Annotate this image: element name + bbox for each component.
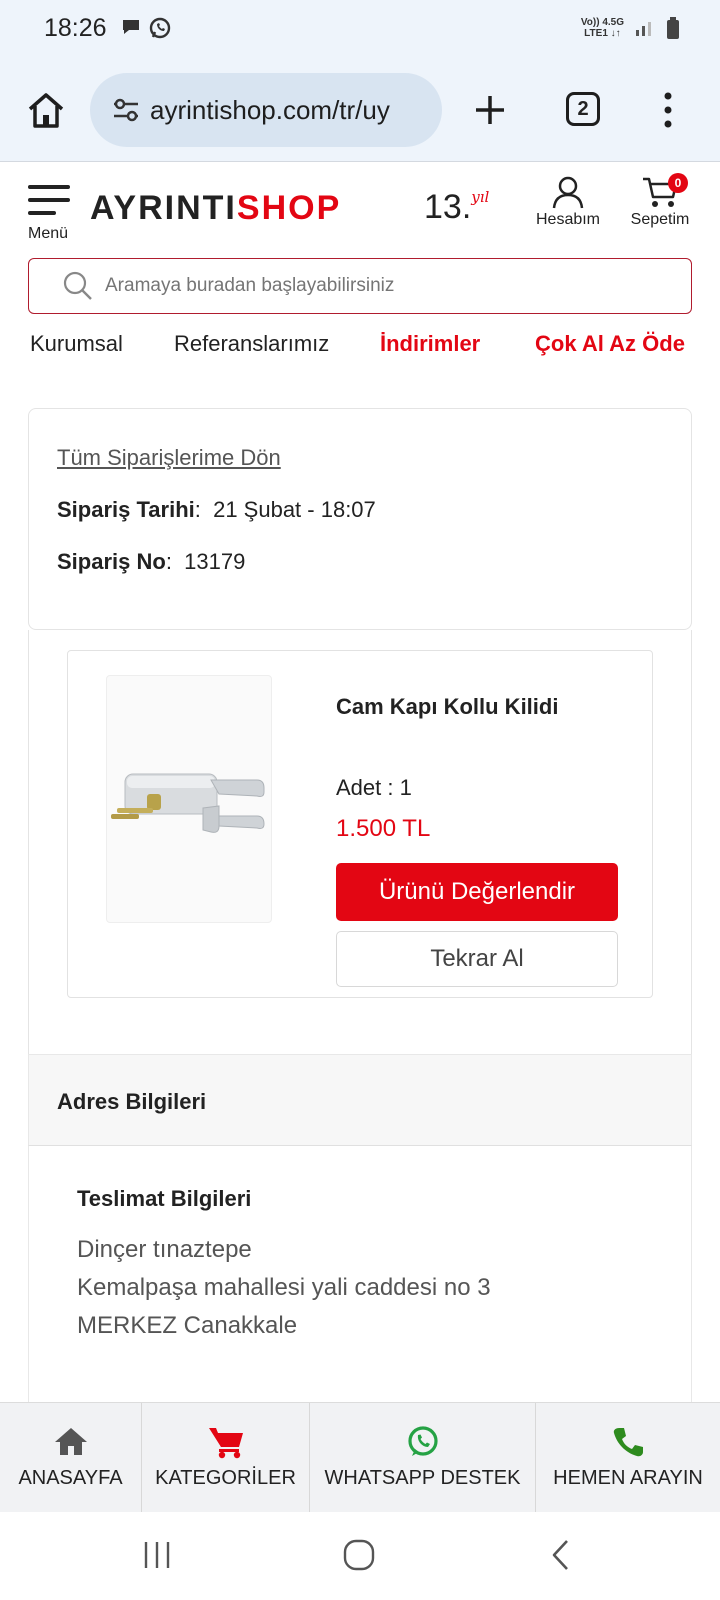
status-time: 18:26 [44,14,107,42]
anniversary-badge: 13.yıl [424,188,490,226]
order-number-row: Sipariş No: 13179 [57,549,246,574]
account-label: Hesabım [535,211,601,228]
site-header: Menü AYRINTISHOP 13.yıl Hesabım 0 Sepeti… [0,163,720,255]
bottom-item-call[interactable]: HEMEN ARAYIN [536,1403,720,1513]
home-icon [54,1428,87,1455]
home-button-icon[interactable] [342,1538,376,1572]
more-vert-icon[interactable] [660,90,676,130]
order-number-value: 13179 [184,549,246,574]
tab-switcher-button[interactable]: 2 [566,92,600,126]
menu-icon[interactable] [28,183,70,217]
menu-label[interactable]: Menü [28,225,68,243]
cart-count-badge: 0 [668,173,688,193]
recent-apps-icon[interactable] [142,1540,172,1570]
bottom-action-bar: ANASAYFA KATEGORİLER WHATSAPP DESTEK HEM… [0,1402,720,1513]
glass-door-lock-image [111,773,265,833]
nav-item-cok-al-az-ode[interactable]: Çok Al Az Öde [535,331,685,357]
nav-item-indirimler[interactable]: İndirimler [380,331,480,357]
product-price: 1.500 TL [336,815,431,842]
battery-icon [667,17,679,39]
phone-icon [613,1428,643,1457]
product-image[interactable] [106,675,272,923]
order-date-row: Sipariş Tarihi: 21 Şubat - 18:07 [57,497,376,522]
user-icon [552,176,584,209]
recipient-name: Dinçer tınaztepe [77,1236,252,1263]
search-icon[interactable] [63,271,93,301]
search-input[interactable] [105,269,665,303]
order-date-value: 21 Şubat - 18:07 [213,497,376,522]
address-section-header: Adres Bilgileri [28,1054,692,1146]
order-number-label: Sipariş No [57,549,166,574]
bottom-item-home[interactable]: ANASAYFA [0,1403,142,1513]
nav-item-kurumsal[interactable]: Kurumsal [30,331,123,357]
back-to-orders-link[interactable]: Tüm Siparişlerime Dön [57,445,281,471]
whatsapp-icon [149,17,171,39]
whatsapp-icon [407,1426,438,1456]
delivery-info: Teslimat Bilgileri Dinçer tınaztepe Kema… [28,1146,692,1402]
bottom-item-categories[interactable]: KATEGORİLER [142,1403,310,1513]
delivery-title: Teslimat Bilgileri [77,1186,252,1211]
order-summary-card: Tüm Siparişlerime Dön Sipariş Tarihi: 21… [28,408,692,630]
search-bar[interactable] [28,258,692,314]
product-quantity: Adet : 1 [336,775,412,800]
order-items-section: Cam Kapı Kollu Kilidi Adet : 1 1.500 TL … [28,630,692,1054]
order-date-label: Sipariş Tarihi [57,497,195,522]
tune-icon[interactable] [112,97,140,123]
system-navigation-bar [0,1512,720,1600]
product-name[interactable]: Cam Kapı Kollu Kilidi [336,685,636,729]
reorder-button[interactable]: Tekrar Al [336,931,618,987]
address-section-title: Adres Bilgileri [57,1089,207,1114]
cart-button[interactable]: 0 Sepetim [624,173,696,229]
street-address: Kemalpaşa mahallesi yali caddesi no 3 [77,1274,491,1301]
home-icon[interactable] [24,88,68,132]
status-bar: 18:26 Vo)) 4.5G LTE1 ↓↑ [0,0,720,62]
nav-item-referanslar[interactable]: Referanslarımız [174,331,329,357]
browser-toolbar: ayrintishop.com/tr/uy 2 [0,62,720,162]
cart-label: Sepetim [630,211,690,228]
chat-icon [123,20,139,34]
account-button[interactable]: Hesabım [528,175,608,229]
order-item-card: Cam Kapı Kollu Kilidi Adet : 1 1.500 TL … [67,650,653,998]
city-address: MERKEZ Canakkale [77,1312,298,1339]
bottom-item-whatsapp[interactable]: WHATSAPP DESTEK [310,1403,536,1513]
url-text[interactable]: ayrintishop.com/tr/uy [150,95,390,126]
site-logo[interactable]: AYRINTISHOP [90,189,341,228]
address-bar[interactable]: ayrintishop.com/tr/uy [90,73,442,147]
notification-icons [120,16,172,40]
network-indicator: Vo)) 4.5G LTE1 ↓↑ [580,17,624,39]
category-nav: Kurumsal Referanslarımız İndirimler Çok … [0,325,720,365]
cart-icon [208,1428,243,1459]
rate-product-button[interactable]: Ürünü Değerlendir [336,863,618,921]
signal-icon [636,22,651,36]
back-icon[interactable] [548,1538,572,1572]
system-icons: Vo)) 4.5G LTE1 ↓↑ [581,16,680,40]
plus-icon[interactable] [468,88,512,132]
